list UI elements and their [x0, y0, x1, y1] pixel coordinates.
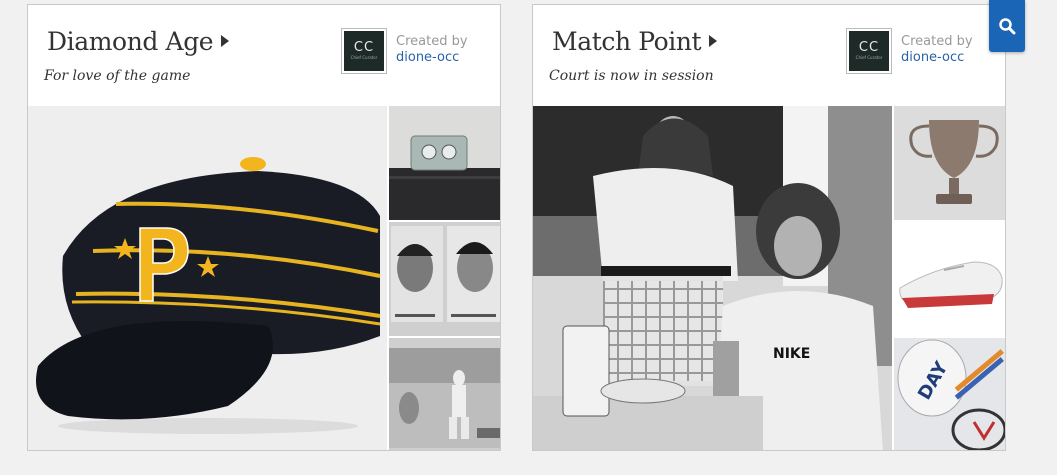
card-title-link[interactable]: Diamond Age	[47, 27, 230, 56]
search-icon	[999, 18, 1016, 35]
silver-trophy-cup-image[interactable]	[892, 106, 1005, 220]
svg-text:NIKE: NIKE	[773, 346, 810, 362]
collection-card-match-point[interactable]: Match Point Court is now in session CC C…	[532, 4, 1006, 451]
avatar[interactable]: CC Chief Curator	[846, 28, 892, 74]
thumbnail-strip: DAY	[892, 106, 1005, 450]
collection-card-diamond-age[interactable]: Diamond Age For love of the game CC Chie…	[27, 4, 501, 451]
avatar-initials: CC	[353, 40, 375, 55]
card-title-link[interactable]: Match Point	[552, 27, 718, 56]
yankees-player-cards-image[interactable]	[387, 222, 500, 336]
search-button[interactable]	[989, 0, 1025, 52]
card-subtitle: Court is now in session	[549, 68, 714, 84]
card-title-text: Diamond Age	[47, 27, 214, 56]
avatar-caption: Chief Curator	[855, 55, 883, 60]
vintage-baseball-photo-image[interactable]	[387, 338, 500, 450]
author-link[interactable]: dione-occ	[396, 50, 468, 66]
tennis-racquet-bag-image[interactable]: DAY	[892, 338, 1005, 450]
created-by-label: Created by	[901, 34, 973, 49]
avatar[interactable]: CC Chief Curator	[341, 28, 387, 74]
play-arrow-icon	[221, 35, 230, 47]
tennis-players-photo-image[interactable]: NIKE	[533, 106, 892, 450]
play-arrow-icon	[709, 35, 718, 47]
avatar-caption: Chief Curator	[350, 55, 378, 60]
white-tennis-sneaker-image[interactable]	[892, 222, 1005, 336]
author-link[interactable]: dione-occ	[901, 50, 973, 66]
avatar-initials: CC	[858, 40, 880, 55]
card-subtitle: For love of the game	[44, 68, 191, 84]
vintage-stopwatch-image[interactable]	[387, 106, 500, 220]
created-by-label: Created by	[396, 34, 468, 49]
card-title-text: Match Point	[552, 27, 702, 56]
pittsburgh-pirates-pillbox-cap-image[interactable]	[28, 106, 387, 450]
created-by: Created by dione-occ	[901, 34, 973, 66]
card-header: Match Point Court is now in session CC C…	[533, 5, 1005, 106]
created-by: Created by dione-occ	[396, 34, 468, 66]
thumbnail-strip	[387, 106, 500, 450]
card-header: Diamond Age For love of the game CC Chie…	[28, 5, 500, 106]
